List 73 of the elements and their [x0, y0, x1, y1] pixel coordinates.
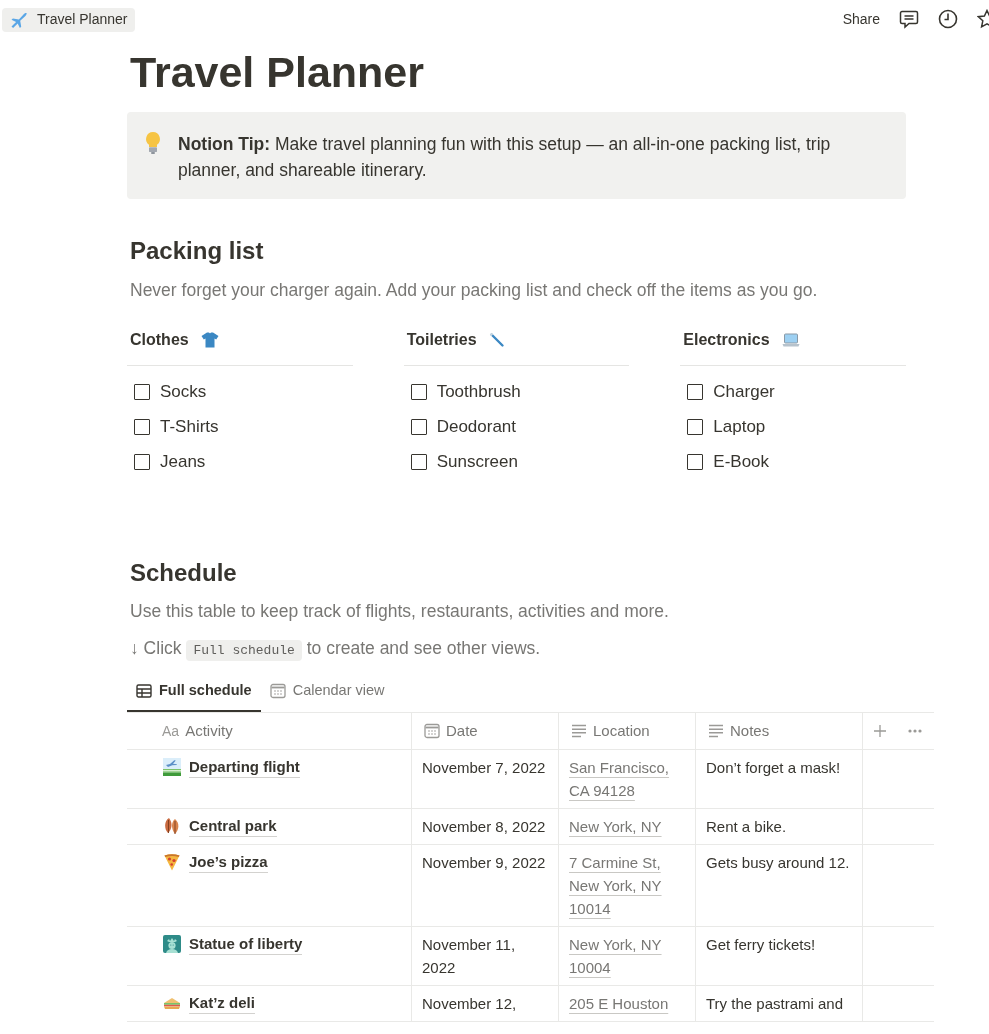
- todo-label: Sunscreen: [436, 450, 518, 473]
- date-text: November 9, 2022: [422, 853, 546, 873]
- notes-text: Get ferry tickets!: [706, 935, 816, 955]
- plus-icon[interactable]: [874, 725, 886, 737]
- location-text: San Francisco, CA 94128: [569, 758, 671, 801]
- location-text: New York, NY 10004: [569, 935, 663, 978]
- checkbox[interactable]: [687, 453, 704, 470]
- column-header[interactable]: Date: [412, 713, 559, 749]
- pizza-icon: [163, 853, 181, 871]
- date-text: November 11, 2022: [422, 935, 517, 978]
- todo-label: Socks: [160, 380, 207, 403]
- text-lines-icon: [571, 724, 587, 738]
- leaves-icon: [163, 817, 181, 835]
- laptop-icon: [781, 333, 800, 347]
- comment-icon[interactable]: [899, 9, 919, 29]
- section-description: Use this table to keep track of flights, restaurants, activities and more.: [129, 600, 670, 623]
- shirt-icon: [200, 332, 219, 348]
- statue-icon: [163, 935, 181, 953]
- location-text: 205 E Houston: [569, 994, 669, 1014]
- table-icon: [136, 683, 152, 699]
- location-text: New York, NY: [569, 817, 662, 837]
- section-heading: Schedule: [129, 558, 238, 588]
- activity-title[interactable]: Kat’z deli: [189, 993, 255, 1014]
- section-heading: Packing list: [129, 236, 265, 266]
- clock-icon[interactable]: [938, 9, 958, 29]
- notes-text: Don’t forget a mask!: [706, 758, 841, 778]
- calendar-icon: [424, 723, 440, 739]
- view-tab[interactable]: Full schedule: [127, 678, 261, 712]
- notes-text: Rent a bike.: [706, 817, 787, 837]
- checkbox[interactable]: [410, 418, 427, 435]
- group-title: Clothes: [130, 330, 189, 350]
- toothbrush-icon: [488, 332, 505, 348]
- view-tab[interactable]: Calendar view: [260, 678, 394, 712]
- todo-label: Jeans: [160, 450, 206, 473]
- notes-text: Try the pastrami and: [706, 994, 843, 1014]
- activity-title[interactable]: Joe’s pizza: [189, 852, 268, 873]
- more-icon[interactable]: [908, 729, 922, 733]
- date-text: November 7, 2022: [422, 758, 546, 778]
- column-header[interactable]: Aa Activity: [127, 713, 412, 749]
- checkbox[interactable]: [410, 383, 427, 400]
- notes-text: Gets busy around 12.: [706, 853, 850, 873]
- share-button[interactable]: Share: [842, 8, 880, 30]
- location-text: 7 Carmine St, New York, NY 10014: [569, 853, 663, 919]
- column-header[interactable]: Notes: [696, 713, 863, 749]
- todo-label: Deodorant: [436, 415, 517, 438]
- todo-label: Charger: [713, 380, 775, 403]
- breadcrumb[interactable]: Travel Planner: [2, 7, 135, 32]
- activity-title[interactable]: Statue of liberty: [189, 934, 303, 955]
- section-description: Never forget your charger again. Add your packing list and check off the items as you go.: [129, 279, 819, 302]
- group-title: Toiletries: [406, 330, 477, 350]
- tip-text: Notion Tip: Make travel planning fun with this setup — an all-in-one packing list, trip planner, and shareable itinerary.: [178, 133, 832, 182]
- plane-over-field-icon: [163, 758, 181, 776]
- checkbox[interactable]: [410, 453, 427, 470]
- todo-label: E-Book: [713, 450, 770, 473]
- checkbox[interactable]: [134, 453, 150, 470]
- hint-text: ↓ Click Full schedule to create and see other views.: [127, 635, 934, 664]
- text-lines-icon: [708, 724, 724, 738]
- group-title: Electronics: [683, 330, 770, 350]
- lightbulb-icon: [143, 131, 163, 155]
- todo-label: T-Shirts: [160, 415, 219, 438]
- todo-label: Toothbrush: [436, 380, 521, 403]
- todo-label: Laptop: [713, 415, 766, 438]
- column-header[interactable]: Location: [559, 713, 696, 749]
- checkbox[interactable]: [687, 418, 704, 435]
- activity-title[interactable]: Departing flight: [189, 757, 300, 778]
- checkbox[interactable]: [134, 418, 150, 435]
- date-text: November 12,: [422, 994, 517, 1014]
- page-title: Travel Planner: [129, 48, 425, 96]
- checkbox[interactable]: [687, 383, 704, 400]
- calendar-icon: [269, 683, 286, 699]
- date-text: November 8, 2022: [422, 817, 546, 837]
- checkbox[interactable]: [134, 383, 150, 400]
- activity-title[interactable]: Central park: [189, 816, 277, 837]
